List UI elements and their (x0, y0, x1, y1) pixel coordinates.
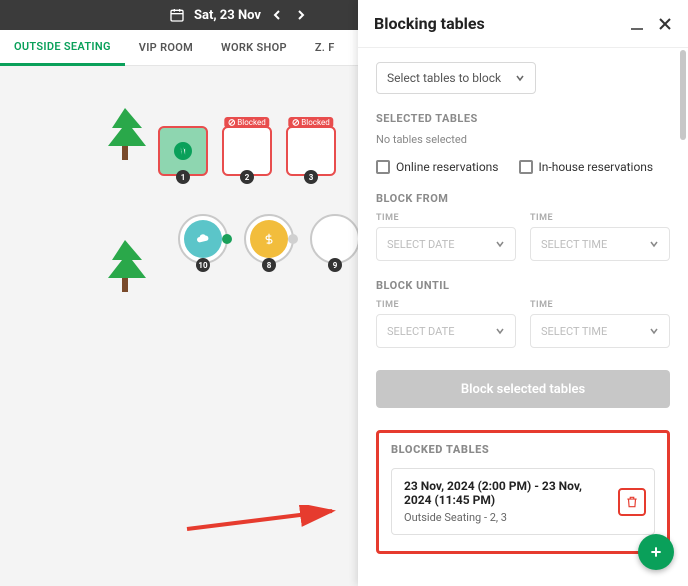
table-number: 2 (240, 170, 254, 184)
block-until-date[interactable]: SELECT DATE (376, 314, 516, 348)
table-1[interactable]: 1 (158, 126, 208, 176)
prev-day-button[interactable] (269, 7, 285, 23)
blocked-tables-section: BLOCKED TABLES 23 Nov, 2024 (2:00 PM) - … (376, 430, 670, 554)
block-selected-button[interactable]: Block selected tables (376, 370, 670, 408)
table-9[interactable]: 9 (310, 214, 360, 264)
tab-work-shop[interactable]: WORK SHOP (207, 30, 301, 66)
blocked-tables-label: BLOCKED TABLES (391, 443, 655, 456)
add-button[interactable] (638, 534, 674, 570)
plus-icon (648, 544, 664, 560)
tree-icon (102, 106, 148, 166)
blocked-detail: Outside Seating - 2, 3 (404, 511, 610, 524)
table-number: 1 (176, 170, 190, 184)
chevron-down-icon (515, 73, 525, 83)
time-heading: TIME (530, 213, 670, 223)
date-navigator: Sat, 23 Nov (168, 6, 309, 24)
trash-icon (625, 495, 639, 509)
blocked-badge: Blocked (288, 117, 333, 128)
table-number: 3 (304, 170, 318, 184)
cloud-icon (184, 220, 222, 258)
status-dot (288, 234, 298, 244)
next-day-button[interactable] (293, 7, 309, 23)
tab-zf[interactable]: Z. F (301, 30, 349, 66)
tree-icon (102, 238, 148, 298)
online-reservations-label: Online reservations (396, 160, 499, 174)
time-heading: TIME (530, 300, 670, 310)
checkbox-icon (376, 160, 390, 174)
panel-title: Blocking tables (374, 14, 485, 33)
no-tables-text: No tables selected (376, 133, 670, 146)
blocked-range: 23 Nov, 2024 (2:00 PM) - 23 Nov, 2024 (1… (404, 479, 610, 507)
utensils-icon (174, 142, 192, 160)
block-until-time[interactable]: SELECT TIME (530, 314, 670, 348)
dollar-icon (250, 220, 288, 258)
reservation-type-row: Online reservations In-house reservation… (376, 160, 670, 174)
inhouse-reservations-label: In-house reservations (539, 160, 654, 174)
status-dot (222, 234, 232, 244)
panel-header: Blocking tables (358, 0, 688, 48)
current-date[interactable]: Sat, 23 Nov (194, 8, 261, 23)
blocking-panel: Blocking tables Select tables to block S… (358, 0, 688, 586)
close-button[interactable] (658, 17, 672, 31)
select-tables-dropdown[interactable]: Select tables to block (376, 62, 536, 94)
blocked-entry: 23 Nov, 2024 (2:00 PM) - 23 Nov, 2024 (1… (391, 468, 655, 535)
panel-body: Select tables to block SELECTED TABLES N… (358, 48, 688, 586)
dropdown-placeholder: Select tables to block (387, 71, 501, 85)
table-3[interactable]: Blocked 3 (286, 126, 336, 176)
table-number: 8 (262, 258, 276, 272)
table-8[interactable]: 8 (244, 214, 294, 264)
checkbox-icon (519, 160, 533, 174)
inhouse-reservations-checkbox[interactable]: In-house reservations (519, 160, 654, 174)
table-number: 10 (196, 258, 210, 272)
table-number: 9 (328, 258, 342, 272)
block-until-label: BLOCK UNTIL (376, 279, 670, 292)
block-from-time[interactable]: SELECT TIME (530, 227, 670, 261)
tab-vip-room[interactable]: VIP ROOM (125, 30, 207, 66)
calendar-icon[interactable] (168, 6, 186, 24)
tab-outside-seating[interactable]: OUTSIDE SEATING (0, 30, 125, 66)
time-heading: TIME (376, 300, 516, 310)
block-from-label: BLOCK FROM (376, 192, 670, 205)
block-from-date[interactable]: SELECT DATE (376, 227, 516, 261)
minimize-button[interactable] (630, 17, 644, 31)
table-10[interactable]: 10 (178, 214, 228, 264)
time-heading: TIME (376, 213, 516, 223)
blocked-badge: Blocked (224, 117, 269, 128)
online-reservations-checkbox[interactable]: Online reservations (376, 160, 499, 174)
delete-block-button[interactable] (618, 488, 646, 516)
selected-tables-label: SELECTED TABLES (376, 112, 670, 125)
table-2[interactable]: Blocked 2 (222, 126, 272, 176)
